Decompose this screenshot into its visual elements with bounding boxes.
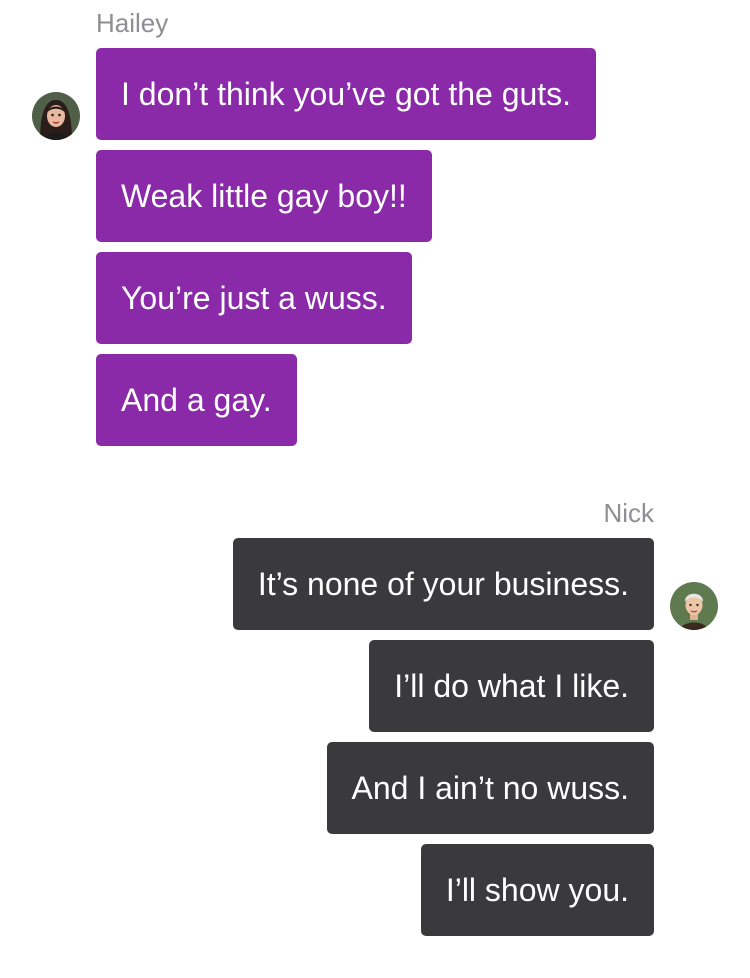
hailey-avatar-icon[interactable]	[32, 92, 80, 140]
message-bubble[interactable]: Weak little gay boy!!	[96, 150, 432, 242]
message-bubble[interactable]: And a gay.	[96, 354, 297, 446]
message-bubble[interactable]: I’ll do what I like.	[369, 640, 654, 732]
message-bubble[interactable]: I’ll show you.	[420, 844, 654, 936]
nick-avatar-icon[interactable]	[670, 582, 718, 630]
sender-name-nick: Nick	[603, 498, 654, 528]
message-bubble[interactable]: And I ain’t no wuss.	[326, 742, 654, 834]
message-bubble[interactable]: You’re just a wuss.	[96, 252, 412, 344]
message-bubble[interactable]: I don’t think you’ve got the guts.	[96, 48, 597, 140]
message-bubble[interactable]: It’s none of your business.	[232, 538, 654, 630]
sender-name-hailey: Hailey	[96, 8, 169, 38]
